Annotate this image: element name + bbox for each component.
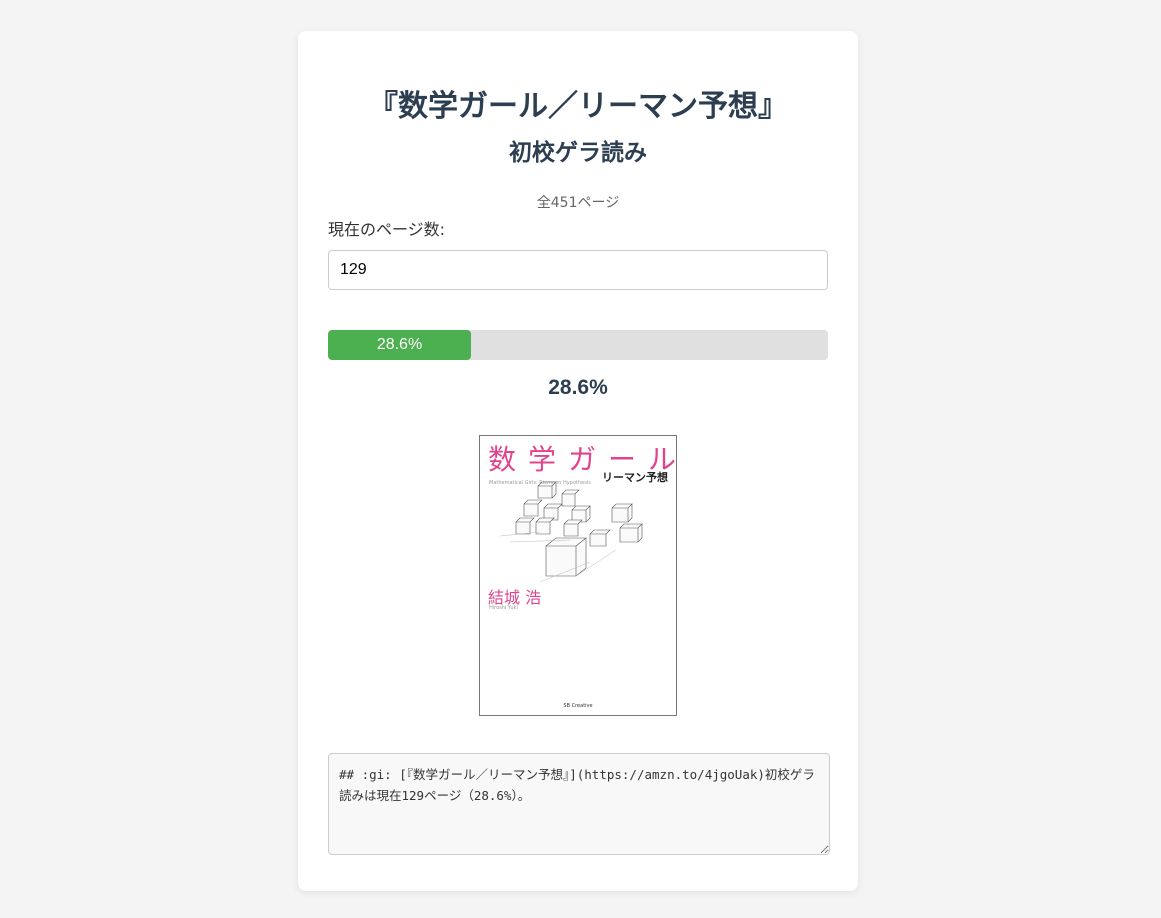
book-cover-image: 数学ガール Mathematical Girls: Riemann Hypoth…	[479, 435, 677, 716]
progress-bar: 28.6%	[328, 330, 828, 360]
cover-author-en: Hiroshi Yuki	[489, 605, 518, 611]
cover-publisher: SB Creative	[563, 703, 593, 709]
page-title: 『数学ガール／リーマン予想』	[368, 89, 788, 124]
cover-title-en: Mathematical Girls: Riemann Hypothesis	[489, 480, 591, 486]
page-subtitle: 初校ゲラ読み	[509, 140, 647, 166]
share-text-output[interactable]: ## :gi: [『数学ガール／リーマン予想』](https://amzn.to…	[328, 753, 830, 855]
progress-card: 『数学ガール／リーマン予想』 初校ゲラ読み 全451ページ 現在のページ数: 2…	[298, 31, 858, 891]
progress-percent-text: 28.6%	[548, 376, 608, 399]
current-page-input[interactable]	[328, 250, 828, 290]
progress-bar-fill: 28.6%	[328, 330, 471, 360]
total-pages-text: 全451ページ	[536, 195, 620, 211]
current-page-label: 現在のページ数:	[328, 220, 446, 239]
cover-subtitle: リーマン予想	[602, 471, 668, 484]
